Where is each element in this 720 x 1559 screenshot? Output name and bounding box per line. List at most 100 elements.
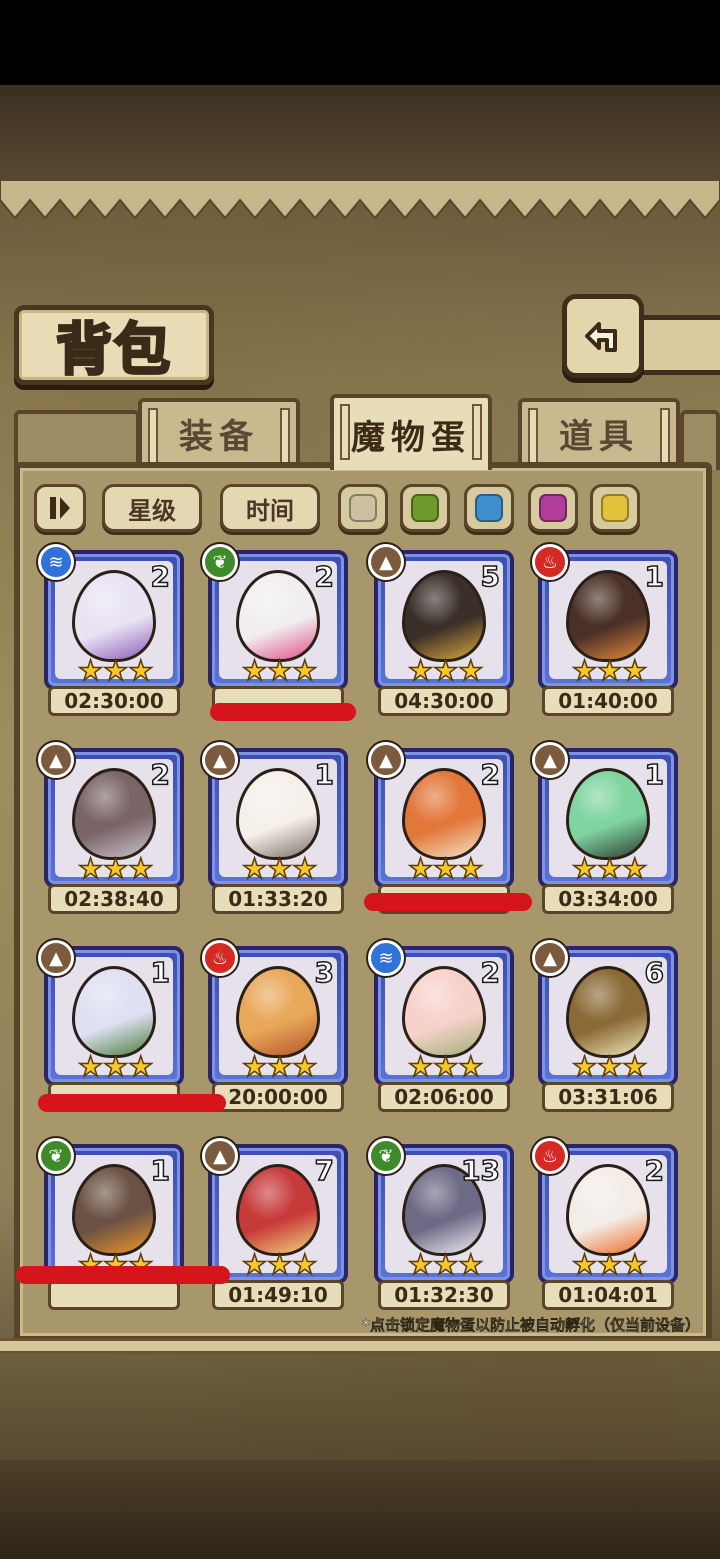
star-icon: ★ — [127, 851, 154, 886]
egg-count: 1 — [150, 955, 171, 990]
hatch-timer: 03:31:06 — [542, 1082, 674, 1112]
filter-color-green[interactable] — [400, 484, 450, 532]
back-button-wing — [640, 315, 720, 375]
egg-card[interactable]: 1 ★ ★ ★ ❦ — [38, 1138, 184, 1314]
fire-element-icon: ♨ — [532, 544, 568, 580]
hatch-timer: 02:38:40 — [48, 884, 180, 914]
egg-card[interactable]: 3 ★ ★ ★ ♨ 20:00:00 — [202, 940, 348, 1116]
star-icon: ★ — [407, 653, 434, 688]
star-icon: ★ — [407, 1247, 434, 1282]
star-icon: ★ — [291, 1247, 318, 1282]
water-element-icon: ≋ — [38, 544, 74, 580]
egg-count: 2 — [480, 955, 501, 990]
sort-by-time-button[interactable]: 时间 — [220, 484, 320, 532]
filter-color-purple[interactable] — [528, 484, 578, 532]
star-icon: ★ — [432, 1049, 459, 1084]
swatch-fill — [475, 494, 503, 522]
egg-count: 3 — [314, 955, 335, 990]
star-icon: ★ — [621, 1247, 648, 1282]
egg-count: 1 — [314, 757, 335, 792]
egg-card[interactable]: 2 ★ ★ ★ ≋ 02:06:00 — [368, 940, 514, 1116]
egg-count: 1 — [150, 1153, 171, 1188]
tab-post — [528, 408, 538, 464]
hatch-timer: 02:30:00 — [48, 686, 180, 716]
earth-element-icon: ▲ — [368, 742, 404, 778]
status-bar — [0, 0, 720, 85]
tab-items[interactable]: 道具 — [518, 398, 680, 464]
water-element-icon: ≋ — [368, 940, 404, 976]
star-icon: ★ — [596, 851, 623, 886]
swatch-fill — [411, 494, 439, 522]
redaction-mark — [16, 1266, 230, 1284]
egg-card[interactable]: 2 ★ ★ ★ ♨ 01:04:01 — [532, 1138, 678, 1314]
star-rating: ★ ★ ★ — [407, 1247, 484, 1282]
sort-toggle-icon — [50, 497, 70, 519]
title-plate: 背包 — [14, 305, 214, 385]
egg-card[interactable]: 6 ★ ★ ★ ▲ 03:31:06 — [532, 940, 678, 1116]
egg-count: 2 — [150, 559, 171, 594]
swatch-fill — [349, 494, 377, 522]
egg-card[interactable]: 1 ★ ★ ★ ▲ 03:34:00 — [532, 742, 678, 918]
star-rating: ★ ★ ★ — [407, 1049, 484, 1084]
star-icon: ★ — [127, 1049, 154, 1084]
star-rating: ★ ★ ★ — [407, 653, 484, 688]
star-rating: ★ ★ ★ — [407, 851, 484, 886]
star-icon: ★ — [291, 1049, 318, 1084]
egg-count: 5 — [480, 559, 501, 594]
star-rating: ★ ★ ★ — [241, 851, 318, 886]
egg-card[interactable]: 5 ★ ★ ★ ▲ 04:30:00 — [368, 544, 514, 720]
tab-monster-eggs[interactable]: 魔物蛋 — [330, 394, 492, 470]
star-icon: ★ — [621, 1049, 648, 1084]
swatch-fill — [539, 494, 567, 522]
filter-color-blue[interactable] — [464, 484, 514, 532]
egg-count: 2 — [314, 559, 335, 594]
tab-label: 装备 — [179, 416, 259, 457]
sort-by-star-button[interactable]: 星级 — [102, 484, 202, 532]
egg-count: 1 — [644, 757, 665, 792]
star-icon: ★ — [266, 851, 293, 886]
egg-card[interactable]: 2 ★ ★ ★ ≋ 02:30:00 — [38, 544, 184, 720]
star-icon: ★ — [457, 1247, 484, 1282]
sort-by-time-label: 时间 — [246, 496, 294, 525]
hatch-timer: 01:32:30 — [378, 1280, 510, 1310]
star-icon: ★ — [241, 653, 268, 688]
filter-color-neutral[interactable] — [338, 484, 388, 532]
egg-card[interactable]: 7 ★ ★ ★ ▲ 01:49:10 — [202, 1138, 348, 1314]
earth-element-icon: ▲ — [38, 940, 74, 976]
star-rating: ★ ★ ★ — [571, 653, 648, 688]
egg-card[interactable]: 1 ★ ★ ★ ▲ 01:33:20 — [202, 742, 348, 918]
star-icon: ★ — [571, 653, 598, 688]
map-bottom-strip — [0, 1460, 720, 1559]
earth-element-icon: ▲ — [38, 742, 74, 778]
star-icon: ★ — [241, 1247, 268, 1282]
egg-count: 1 — [644, 559, 665, 594]
hatch-timer: 01:33:20 — [212, 884, 344, 914]
star-icon: ★ — [571, 1247, 598, 1282]
filter-color-yellow[interactable] — [590, 484, 640, 532]
sort-order-button[interactable] — [34, 484, 86, 532]
hatch-timer: 03:34:00 — [542, 884, 674, 914]
hatch-timer: 20:00:00 — [212, 1082, 344, 1112]
star-icon: ★ — [621, 653, 648, 688]
egg-card[interactable]: 2 ★ ★ ★ ❦ — [202, 544, 348, 720]
egg-card[interactable]: 2 ★ ★ ★ ▲ 02:38:40 — [38, 742, 184, 918]
egg-card[interactable]: 13 ★ ★ ★ ❦ 01:32:30 — [368, 1138, 514, 1314]
earth-element-icon: ▲ — [368, 544, 404, 580]
star-icon: ★ — [266, 1247, 293, 1282]
star-icon: ★ — [407, 1049, 434, 1084]
egg-count: 6 — [644, 955, 665, 990]
egg-count: 2 — [480, 757, 501, 792]
star-icon: ★ — [596, 653, 623, 688]
back-button[interactable] — [562, 294, 644, 378]
egg-card[interactable]: 1 ★ ★ ★ ▲ — [38, 940, 184, 1116]
tab-post — [280, 408, 290, 464]
grass-element-icon: ❦ — [38, 1138, 74, 1174]
egg-card[interactable]: 1 ★ ★ ★ ♨ 01:40:00 — [532, 544, 678, 720]
star-rating: ★ ★ ★ — [571, 851, 648, 886]
star-icon: ★ — [596, 1049, 623, 1084]
tab-equipment[interactable]: 装备 — [138, 398, 300, 464]
star-icon: ★ — [266, 653, 293, 688]
star-icon: ★ — [291, 653, 318, 688]
tab-side-right — [680, 410, 720, 470]
star-icon: ★ — [102, 653, 129, 688]
